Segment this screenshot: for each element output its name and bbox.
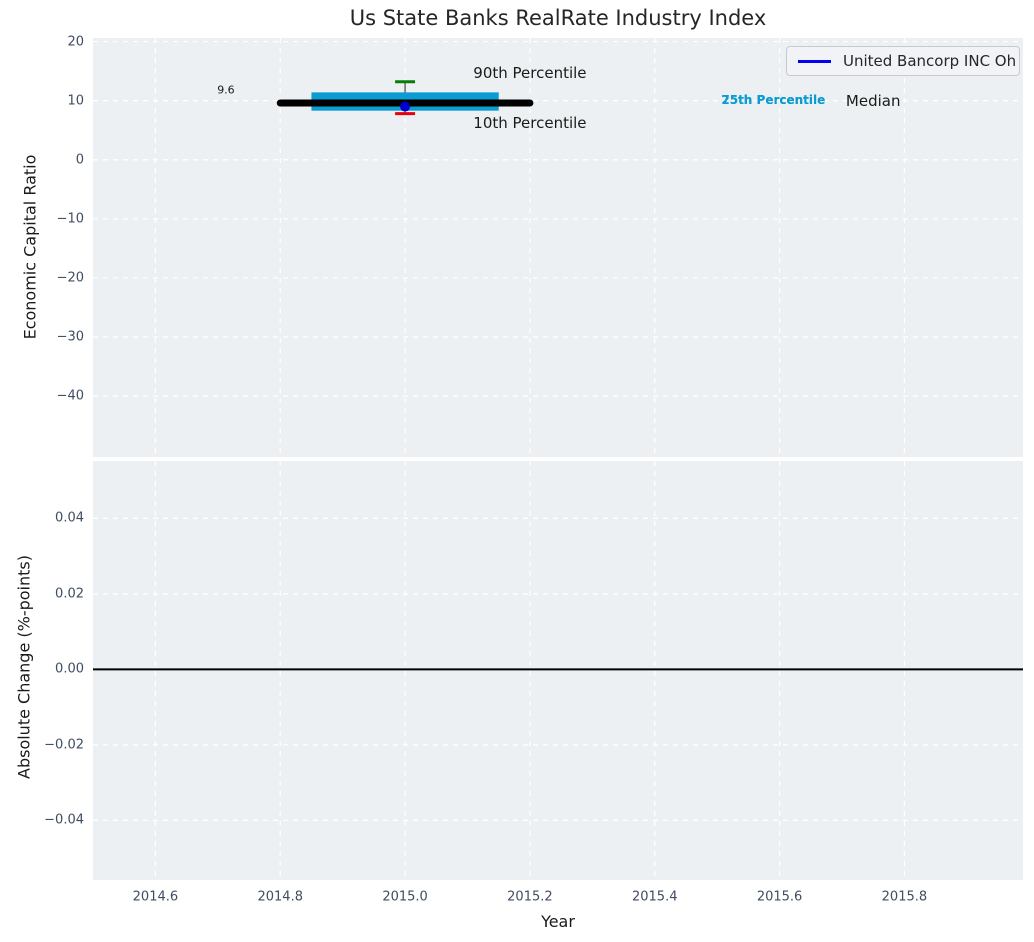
- ytick-label: −40: [56, 388, 84, 404]
- ytick-label: 20: [67, 34, 84, 50]
- xtick-label: 2015.2: [507, 889, 553, 905]
- ytick-label: −30: [56, 329, 84, 345]
- ytick-label: 0.00: [55, 661, 84, 677]
- legend: United Bancorp INC Oh: [786, 46, 1020, 76]
- ytick-label: 0: [75, 152, 84, 168]
- xtick-label: 2015.4: [631, 889, 678, 905]
- annotation: Median: [845, 92, 901, 111]
- xtick-label: 2015.0: [382, 889, 428, 905]
- xtick-label: 2014.8: [257, 889, 303, 905]
- company-data-point: [400, 101, 411, 112]
- legend-label: United Bancorp INC Oh: [843, 52, 1017, 70]
- y-axis-label-top: Economic Capital Ratio: [20, 154, 40, 340]
- ytick-label: −10: [56, 211, 84, 227]
- annotation: 25th Percentile: [721, 93, 826, 108]
- ytick-label: 10: [67, 93, 84, 109]
- annotation: 9.6: [217, 83, 235, 97]
- xtick-label: 2014.6: [132, 889, 179, 905]
- chart-title: Us State Banks RealRate Industry Index: [349, 6, 767, 30]
- bottom-plot-area: [93, 461, 1023, 880]
- xtick-label: 2015.6: [756, 889, 803, 905]
- top-plot-area: 90th Percentile 10th Percentile 9.6 75th Pe…: [93, 38, 1023, 457]
- annotation: 90th Percentile: [473, 64, 587, 83]
- ytick-label: −20: [56, 270, 84, 286]
- bottom-plot-canvas: [93, 461, 1023, 880]
- ytick-label: −0.02: [44, 737, 84, 753]
- ytick-label: −0.04: [44, 812, 84, 828]
- annotation: 10th Percentile: [473, 113, 587, 132]
- chart-figure: Us State Banks RealRate Industry Index 9…: [0, 0, 1034, 942]
- xtick-label: 2015.8: [881, 889, 928, 905]
- x-axis-label: Year: [541, 912, 575, 931]
- ytick-label: 0.04: [55, 510, 84, 526]
- ytick-label: 0.02: [55, 586, 84, 602]
- legend-line-swatch: [798, 59, 831, 63]
